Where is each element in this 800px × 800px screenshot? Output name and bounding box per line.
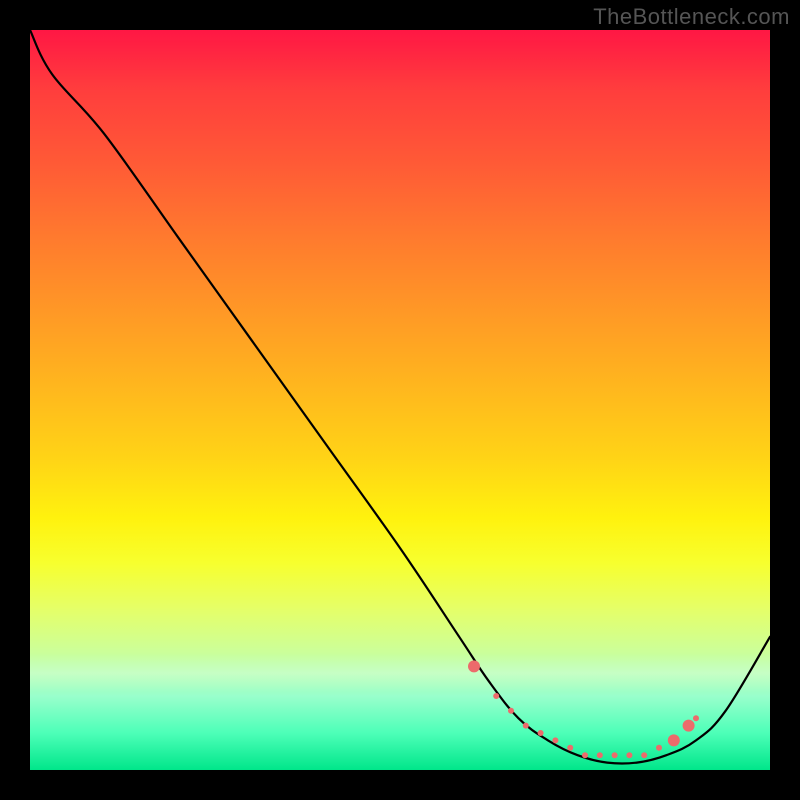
marker-dot	[523, 723, 529, 729]
highlight-markers	[468, 660, 699, 758]
watermark-text: TheBottleneck.com	[593, 4, 790, 30]
marker-dot	[538, 730, 544, 736]
marker-dot	[693, 715, 699, 721]
marker-dot	[683, 720, 695, 732]
marker-dot	[582, 752, 588, 758]
marker-dot	[493, 693, 499, 699]
marker-dot	[668, 734, 680, 746]
marker-dot	[612, 752, 618, 758]
curve-svg	[30, 30, 770, 770]
marker-dot	[656, 745, 662, 751]
marker-dot	[597, 752, 603, 758]
marker-dot	[626, 752, 632, 758]
chart-frame: TheBottleneck.com	[0, 0, 800, 800]
marker-dot	[552, 737, 558, 743]
marker-dot	[567, 745, 573, 751]
bottleneck-curve	[30, 30, 770, 764]
marker-dot	[641, 752, 647, 758]
marker-dot	[508, 708, 514, 714]
marker-dot	[468, 660, 480, 672]
plot-area	[30, 30, 770, 770]
